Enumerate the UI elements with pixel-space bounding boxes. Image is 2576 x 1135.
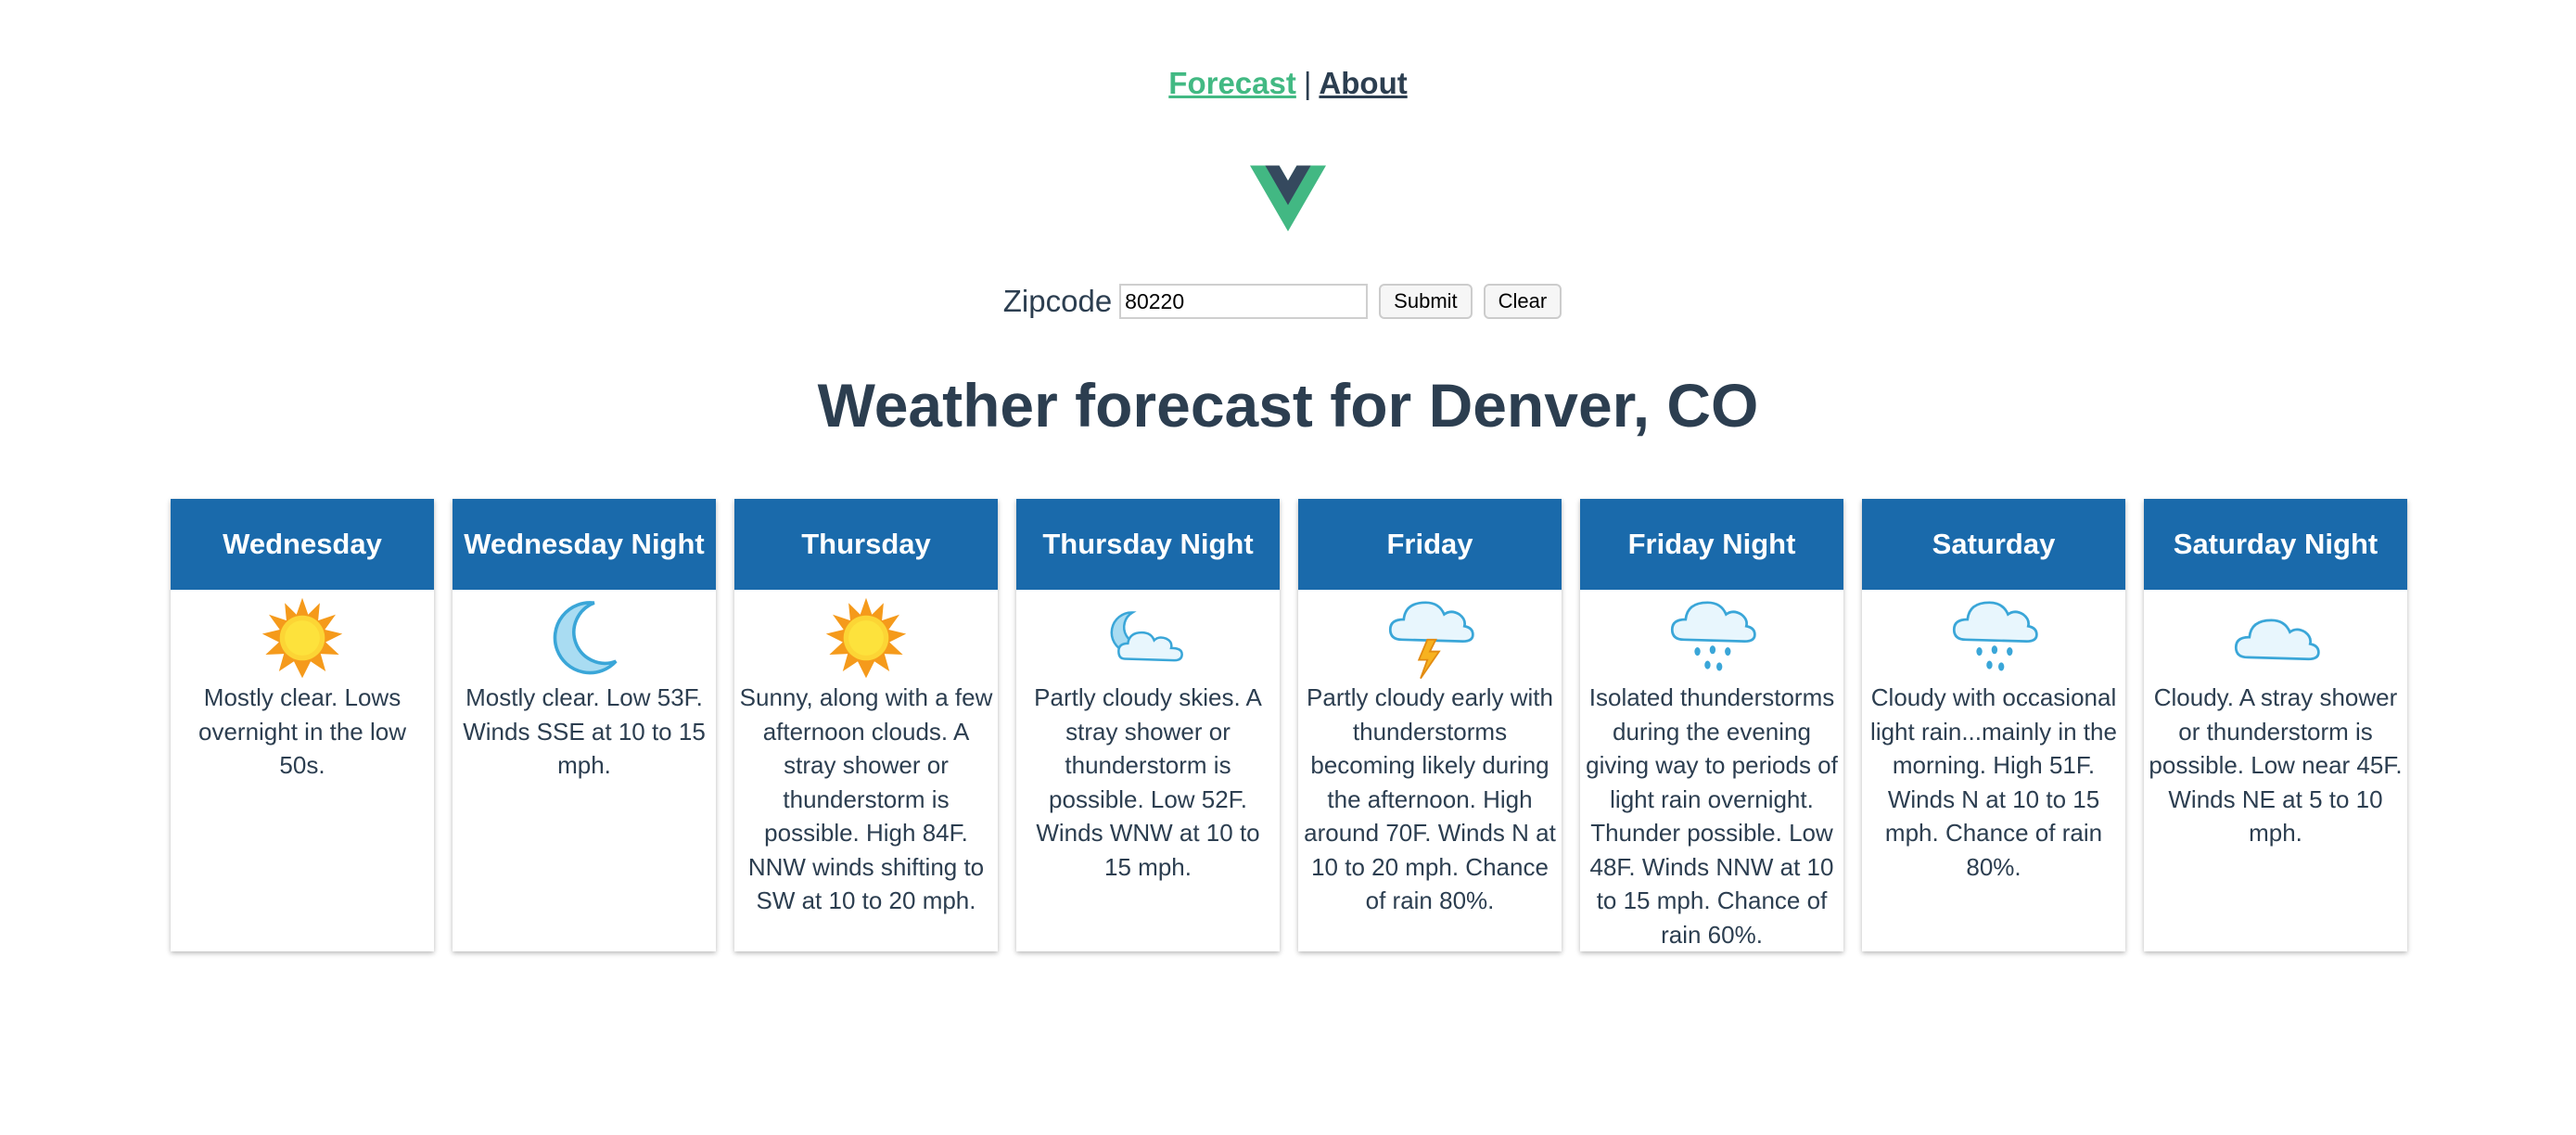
card-day-name: Thursday <box>734 499 998 590</box>
forecast-card: Thursday Sunny, along with a few afterno… <box>734 499 998 951</box>
card-day-name: Wednesday Night <box>453 499 716 590</box>
cloud-icon <box>2144 595 2407 681</box>
card-description: Mostly clear. Low 53F. Winds SSE at 10 t… <box>463 683 706 779</box>
forecast-card: Thursday Night Partly cloudy skies. A st… <box>1016 499 1280 951</box>
zipcode-label: Zipcode <box>1002 284 1113 318</box>
card-day-name: Friday <box>1298 499 1562 590</box>
submit-button[interactable]: Submit <box>1379 284 1473 319</box>
card-day-name: Wednesday <box>171 499 434 590</box>
forecast-card: Wednesday Mostly clear. Lows overnight i… <box>171 499 434 951</box>
card-day-name: Friday Night <box>1580 499 1843 590</box>
nav-forecast-link[interactable]: Forecast <box>1168 66 1296 100</box>
forecast-card: Friday Partly cloudy early with thunders… <box>1298 499 1562 951</box>
sun-icon <box>171 595 434 681</box>
zipcode-form: Zipcode Submit Clear <box>0 284 2576 319</box>
nav-about-link[interactable]: About <box>1319 66 1407 100</box>
card-day-name: Saturday <box>1862 499 2125 590</box>
card-description: Partly cloudy early with thunderstorms b… <box>1304 683 1556 914</box>
card-day-name: Thursday Night <box>1016 499 1280 590</box>
sun-icon <box>734 595 998 681</box>
top-nav: Forecast | About <box>0 61 2576 106</box>
clear-button[interactable]: Clear <box>1483 284 1562 319</box>
forecast-card: Friday Night Isolated thunderstorms duri… <box>1580 499 1843 951</box>
rain-cloud-icon <box>1862 595 2125 681</box>
moon-icon <box>453 595 716 681</box>
forecast-card: Wednesday Night Mostly clear. Low 53F. W… <box>453 499 716 951</box>
page-title: Weather forecast for Denver, CO <box>817 371 1759 440</box>
forecast-card: Saturday Night Cloudy. A stray shower or… <box>2144 499 2407 951</box>
card-description: Mostly clear. Lows overnight in the low … <box>198 683 407 779</box>
nav-separator: | <box>1303 66 1312 100</box>
card-day-name: Saturday Night <box>2144 499 2407 590</box>
card-description: Isolated thunderstorms during the evenin… <box>1586 683 1838 949</box>
card-description: Sunny, along with a few afternoon clouds… <box>739 683 993 914</box>
moon-cloud-icon <box>1016 595 1280 681</box>
card-description: Partly cloudy skies. A stray shower or t… <box>1034 683 1262 881</box>
card-description: Cloudy. A stray shower or thunderstorm i… <box>2149 683 2403 847</box>
card-description: Cloudy with occasional light rain...main… <box>1870 683 2117 881</box>
rain-cloud-icon <box>1580 595 1843 681</box>
forecast-cards: Wednesday Mostly clear. Lows overnight i… <box>171 499 2407 951</box>
vue-logo-icon <box>1250 165 1326 232</box>
zipcode-input[interactable] <box>1119 284 1369 319</box>
forecast-card: Saturday Cloudy with occasional light ra… <box>1862 499 2125 951</box>
thunderstorm-icon <box>1298 595 1562 681</box>
